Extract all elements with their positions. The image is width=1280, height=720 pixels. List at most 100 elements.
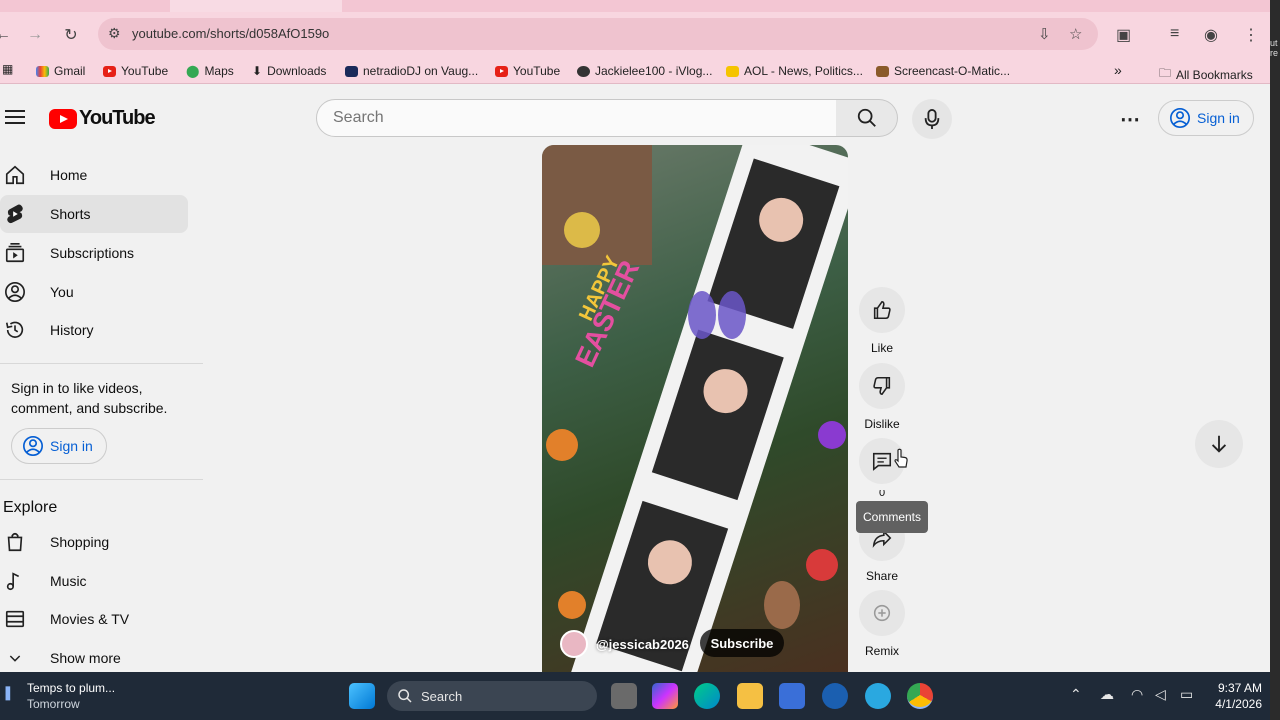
back-icon[interactable]: ← <box>0 24 14 46</box>
video-frame-image: EASTER HAPPY <box>542 145 848 673</box>
media-control-icon[interactable]: ≡ <box>1170 25 1179 43</box>
sidebar-item-home[interactable]: Home <box>0 156 188 194</box>
taskbar-clock[interactable]: 9:37 AM 4/1/2026 <box>1210 680 1262 712</box>
bookmark-aol[interactable]: AOL - News, Politics... <box>726 64 863 78</box>
more-bookmarks-button[interactable]: » <box>1114 62 1122 78</box>
next-video-button[interactable] <box>1195 420 1243 468</box>
search-box[interactable] <box>316 99 837 137</box>
onedrive-icon[interactable]: ☁ <box>1100 686 1114 703</box>
sign-in-message: Sign in to like videos, comment, and sub… <box>11 380 168 416</box>
aol-icon <box>726 65 739 77</box>
netradio-icon <box>345 65 358 77</box>
hand-cursor-icon <box>894 448 908 468</box>
hp-icon[interactable] <box>822 683 848 709</box>
sidebar-item-music[interactable]: Music <box>0 562 188 600</box>
microphone-icon <box>924 109 940 129</box>
sidebar-item-movies[interactable]: Movies & TV <box>0 600 188 638</box>
reload-icon[interactable]: ↻ <box>60 24 82 46</box>
settings-dots-icon[interactable]: ⋯ <box>1120 107 1141 132</box>
chevron-down-icon <box>4 647 26 669</box>
forward-icon[interactable]: → <box>24 24 46 46</box>
bookmark-netradio[interactable]: netradioDJ on Vaug... <box>345 64 478 78</box>
channel-info[interactable]: @jessicab2026 <box>560 630 689 658</box>
wifi-icon[interactable]: ◠ <box>1131 686 1143 703</box>
subscribe-button[interactable]: Subscribe <box>700 629 784 657</box>
youtube-play-icon <box>49 108 77 129</box>
tab-strip <box>0 0 1270 12</box>
bookmark-label: YouTube <box>121 64 169 78</box>
tab-search-icon[interactable]: ▣ <box>1116 25 1131 45</box>
bookmark-youtube[interactable]: YouTube <box>103 64 168 78</box>
menu-dots-icon[interactable]: ⋮ <box>1243 25 1259 45</box>
bookmark-gmail[interactable]: Gmail <box>36 64 85 78</box>
bookmark-youtube-2[interactable]: YouTube <box>495 64 560 78</box>
edge-icon[interactable] <box>694 683 720 709</box>
remix-action[interactable]: Remix <box>859 590 905 658</box>
volume-icon[interactable]: ◁ <box>1155 686 1166 703</box>
bookmark-star-icon[interactable]: ☆ <box>1069 25 1082 43</box>
sidebar-item-you[interactable]: You <box>0 273 188 311</box>
all-bookmarks-label: All Bookmarks <box>1176 67 1253 82</box>
dislike-action[interactable]: Dislike <box>859 363 905 431</box>
battery-icon[interactable]: ▭ <box>1180 686 1193 703</box>
shopping-icon <box>4 531 26 553</box>
weather-widget[interactable]: Temps to plum... Tomorrow <box>27 680 115 712</box>
user-icon <box>4 281 26 303</box>
history-icon <box>4 319 26 341</box>
bookmark-downloads[interactable]: ⬇ Downloads <box>252 64 326 78</box>
like-action[interactable]: Like <box>859 287 905 355</box>
windows-start-icon[interactable] <box>349 683 375 709</box>
task-view-icon[interactable] <box>611 683 637 709</box>
search-input[interactable] <box>317 100 797 136</box>
file-explorer-icon[interactable] <box>737 683 763 709</box>
bookmark-jackielee[interactable]: Jackielee100 - iVlog... <box>577 64 712 78</box>
sign-in-button[interactable]: Sign in <box>1158 100 1254 136</box>
remix-label: Remix <box>864 644 899 658</box>
sidebar-item-label: Music <box>50 573 87 589</box>
dislike-button[interactable] <box>859 363 905 409</box>
sidebar-item-subscriptions[interactable]: Subscriptions <box>0 234 188 272</box>
bookmark-label: netradioDJ on Vaug... <box>363 64 479 78</box>
all-bookmarks[interactable]: 🗀 All Bookmarks <box>1159 64 1253 85</box>
copilot-icon[interactable] <box>652 683 678 709</box>
profile-icon[interactable]: ◉ <box>1204 25 1218 45</box>
shorts-video-player[interactable]: EASTER HAPPY <box>542 145 848 673</box>
windows-taskbar: ❚ Temps to plum... Tomorrow Search ⌃ ☁ ◠… <box>0 672 1270 720</box>
taskbar-search-label: Search <box>421 688 463 704</box>
hamburger-menu-icon[interactable] <box>5 110 25 124</box>
store-icon[interactable] <box>779 683 805 709</box>
sidebar-item-shorts[interactable]: Shorts <box>0 195 188 233</box>
tray-overflow-icon[interactable]: ⌃ <box>1070 686 1082 703</box>
arrow-down-icon <box>1211 435 1227 453</box>
search-button[interactable] <box>836 99 898 137</box>
install-app-icon[interactable]: ⇩ <box>1038 25 1051 43</box>
taskbar-search[interactable]: Search <box>387 681 597 711</box>
bookmark-maps[interactable]: ⬤ Maps <box>186 64 234 78</box>
remix-button[interactable] <box>859 590 905 636</box>
sidebar-item-label: You <box>50 284 74 300</box>
sidebar-item-history[interactable]: History <box>0 311 188 349</box>
like-button[interactable] <box>859 287 905 333</box>
thumbs-down-icon <box>873 376 891 396</box>
sidebar-item-shopping[interactable]: Shopping <box>0 523 188 561</box>
comments-tooltip: Comments <box>856 501 928 533</box>
bookmark-label: Jackielee100 - iVlog... <box>595 64 713 78</box>
help-icon[interactable] <box>865 683 891 709</box>
bookmark-screencast[interactable]: Screencast-O-Matic... <box>876 64 1010 78</box>
sign-in-label: Sign in <box>50 438 93 454</box>
voice-search-button[interactable] <box>912 99 952 139</box>
sidebar-item-label: Subscriptions <box>50 245 135 261</box>
chrome-icon[interactable] <box>907 683 933 709</box>
sidebar-sign-in-button[interactable]: Sign in <box>11 428 107 464</box>
channel-handle[interactable]: @jessicab2026 <box>596 637 689 652</box>
right-edge-strip: ut re <box>1270 0 1280 720</box>
search-icon <box>857 108 876 127</box>
apps-icon[interactable]: ▦ <box>2 62 13 76</box>
active-tab[interactable] <box>170 0 342 12</box>
url-text[interactable]: youtube.com/shorts/d058AfO159o <box>132 26 329 41</box>
site-info-icon[interactable]: ⚙ <box>108 25 126 43</box>
channel-avatar[interactable] <box>560 630 588 658</box>
youtube-logo[interactable]: YouTube <box>49 107 156 130</box>
clock-date: 4/1/2026 <box>1215 697 1262 711</box>
address-bar[interactable]: ⚙ youtube.com/shorts/d058AfO159o ⇩ ☆ <box>98 18 1098 50</box>
